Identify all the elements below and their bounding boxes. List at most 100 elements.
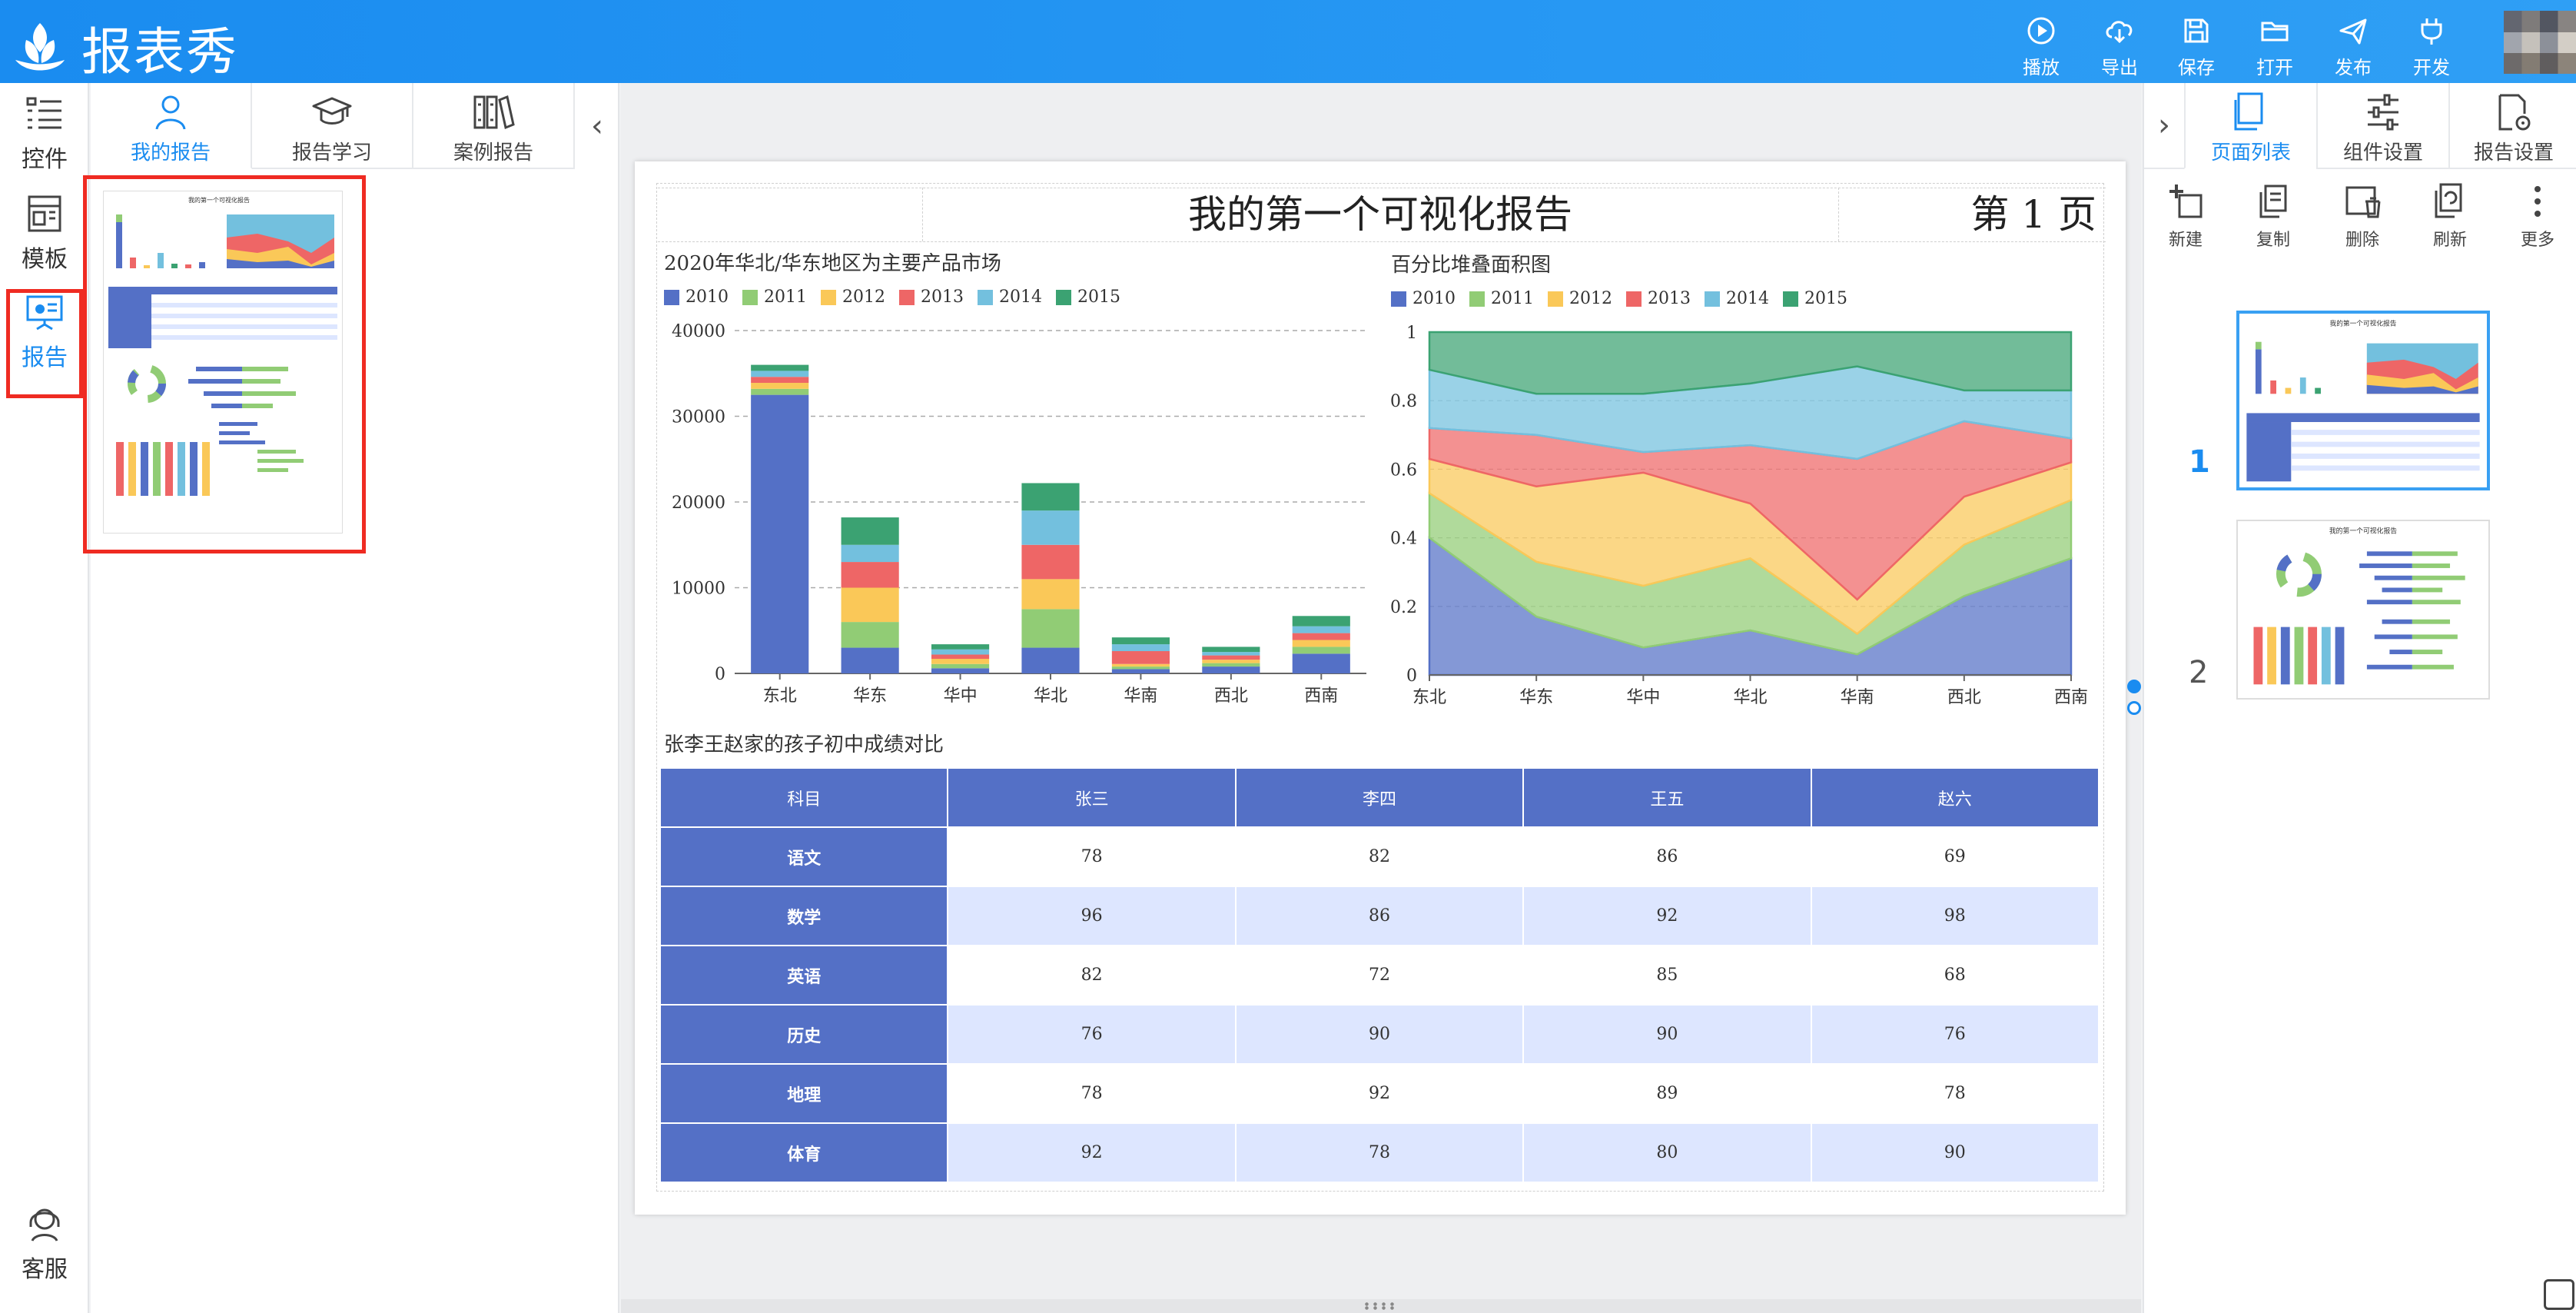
new-page-button[interactable]: 新建 [2149, 181, 2222, 251]
fullscreen-toggle-icon[interactable] [2544, 1279, 2574, 1310]
score-cell[interactable]: 98 [1810, 886, 2100, 946]
bar-segment[interactable] [1202, 647, 1260, 653]
bar-segment[interactable] [931, 644, 990, 650]
refresh-page-button[interactable]: 刷新 [2413, 181, 2487, 251]
score-cell[interactable]: 85 [1522, 945, 1812, 1006]
score-cell[interactable]: 72 [1234, 945, 1525, 1006]
bar-segment[interactable] [841, 647, 899, 673]
legend-item[interactable]: 2011 [742, 288, 807, 307]
page-number-label[interactable]: 第 1 页 [1838, 188, 2103, 241]
table-header-cell[interactable]: 张三 [947, 767, 1237, 828]
score-cell[interactable]: 96 [947, 886, 1237, 946]
bar-segment[interactable] [1021, 647, 1080, 673]
bar-segment[interactable] [1021, 544, 1080, 580]
bar-segment[interactable] [1202, 660, 1260, 663]
table-row[interactable]: 语文 78 82 86 69 [659, 826, 2100, 887]
table-row[interactable]: 地理 78 92 89 78 [659, 1063, 2100, 1124]
bar-segment[interactable] [1111, 666, 1170, 670]
develop-button[interactable]: 开发 [2398, 14, 2465, 79]
table-header-cell[interactable]: 赵六 [1810, 767, 2100, 828]
score-cell[interactable]: 80 [1522, 1122, 1812, 1183]
bar-segment[interactable] [931, 663, 990, 669]
collapse-panel-button[interactable]: ‹ [575, 83, 619, 169]
table-row[interactable]: 数学 96 86 92 98 [659, 886, 2100, 946]
publish-button[interactable]: 发布 [2319, 14, 2387, 79]
bar-segment[interactable] [751, 371, 809, 377]
table-row[interactable]: 英语 82 72 85 68 [659, 945, 2100, 1006]
subject-cell[interactable]: 体育 [659, 1122, 949, 1183]
table-row[interactable]: 历史 76 90 90 76 [659, 1004, 2100, 1065]
copy-page-button[interactable]: 复制 [2236, 181, 2310, 251]
score-cell[interactable]: 76 [1810, 1004, 2100, 1065]
bar-segment[interactable] [1292, 647, 1350, 654]
page-thumbnail-2[interactable]: 我的第一个可视化报告 [2236, 520, 2490, 700]
tab-report-settings[interactable]: 报告设置 [2448, 83, 2576, 169]
score-cell[interactable]: 76 [947, 1004, 1237, 1065]
tab-case-reports[interactable]: 案例报告 [413, 83, 575, 169]
bar-segment[interactable] [751, 364, 809, 371]
bar-segment[interactable] [1202, 655, 1260, 660]
score-cell[interactable]: 92 [1522, 886, 1812, 946]
user-avatar[interactable] [2504, 11, 2576, 74]
bottom-drag-bar[interactable] [621, 1299, 2141, 1313]
bar-segment[interactable] [751, 383, 809, 389]
tab-report-learning[interactable]: 报告学习 [252, 83, 413, 169]
resize-handle[interactable] [2127, 701, 2141, 715]
bar-segment[interactable] [751, 377, 809, 384]
bar-segment[interactable] [841, 544, 899, 563]
subject-cell[interactable]: 地理 [659, 1063, 949, 1124]
table-row[interactable]: 体育 92 78 80 90 [659, 1122, 2100, 1183]
score-cell[interactable]: 68 [1810, 945, 2100, 1006]
delete-page-button[interactable]: 删除 [2325, 181, 2399, 251]
bar-segment[interactable] [1292, 653, 1350, 673]
table-header-cell[interactable]: 科目 [659, 767, 949, 828]
expand-panel-button[interactable]: › [2144, 83, 2184, 169]
play-button[interactable]: 播放 [2007, 14, 2075, 79]
bar-segment[interactable] [1111, 644, 1170, 652]
bar-segment[interactable] [1021, 579, 1080, 610]
legend-item[interactable]: 2014 [1705, 289, 1769, 308]
bar-segment[interactable] [931, 659, 990, 664]
legend-item[interactable]: 2010 [1391, 289, 1456, 308]
bar-segment[interactable] [1292, 626, 1350, 633]
score-cell[interactable]: 86 [1234, 886, 1525, 946]
table-header-cell[interactable]: 王五 [1522, 767, 1812, 828]
rail-item-templates[interactable]: 模板 [0, 192, 89, 274]
legend-item[interactable]: 2013 [1626, 289, 1691, 308]
more-button[interactable]: 更多 [2501, 181, 2574, 251]
bar-segment[interactable] [1021, 609, 1080, 648]
resize-handle[interactable] [2127, 680, 2141, 693]
legend-item[interactable]: 2010 [664, 288, 729, 307]
page-thumbnail-1[interactable]: 我的第一个可视化报告 [2236, 311, 2490, 490]
open-button[interactable]: 打开 [2241, 14, 2309, 79]
app-logo[interactable]: 报表秀 [9, 11, 238, 85]
score-cell[interactable]: 90 [1810, 1122, 2100, 1183]
page-number-1[interactable]: 1 [2189, 444, 2210, 480]
bar-segment[interactable] [1111, 637, 1170, 645]
bar-segment[interactable] [1292, 640, 1350, 647]
bar-segment[interactable] [1292, 616, 1350, 627]
page-number-2[interactable]: 2 [2189, 655, 2208, 690]
score-cell[interactable]: 90 [1234, 1004, 1525, 1065]
bar-segment[interactable] [931, 654, 990, 660]
bar-segment[interactable] [841, 517, 899, 545]
bar-segment[interactable] [1202, 663, 1260, 667]
bar-segment[interactable] [931, 649, 990, 655]
bar-segment[interactable] [841, 587, 899, 623]
stacked-area-chart[interactable]: 0 0.2 0.4 0.6 0.8 1 东北 华东 华中 华北 华南 西北 西南 [1376, 307, 2098, 715]
bar-segment[interactable] [841, 622, 899, 648]
subject-cell[interactable]: 历史 [659, 1004, 949, 1065]
score-cell[interactable]: 92 [947, 1122, 1237, 1183]
legend-item[interactable]: 2012 [1548, 289, 1612, 308]
subject-cell[interactable]: 语文 [659, 826, 949, 887]
score-cell[interactable]: 90 [1522, 1004, 1812, 1065]
export-button[interactable]: 导出 [2086, 14, 2153, 79]
score-cell[interactable]: 78 [947, 1063, 1237, 1124]
stacked-bar-chart[interactable]: 0 10000 20000 30000 40000 东北 华东 华中 华北 华南 西北 西南 [658, 307, 1376, 715]
legend-item[interactable]: 2014 [978, 288, 1042, 307]
bar-segment[interactable] [751, 394, 809, 673]
score-cell[interactable]: 69 [1810, 826, 2100, 887]
score-cell[interactable]: 78 [1234, 1122, 1525, 1183]
bar-segment[interactable] [1292, 633, 1350, 640]
report-title[interactable]: 我的第一个可视化报告 [922, 188, 1838, 241]
